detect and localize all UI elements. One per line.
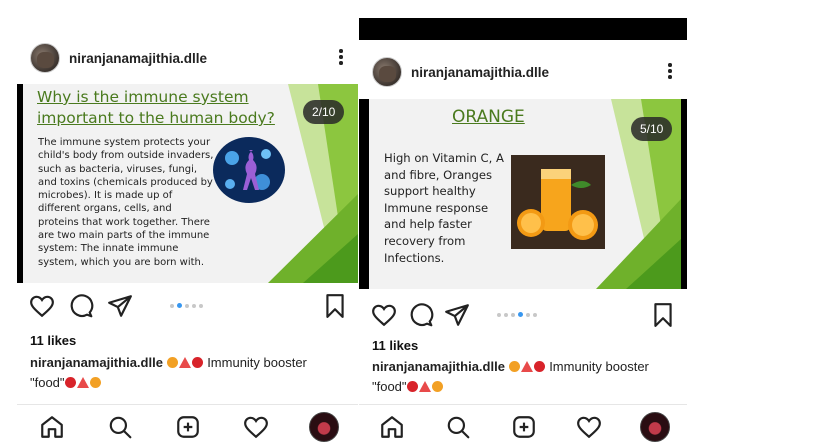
apple-emoji [64, 377, 76, 388]
comment-icon[interactable] [408, 302, 434, 328]
caption-text: Immunity booster [207, 355, 307, 370]
orange-emoji [508, 361, 520, 372]
add-icon[interactable] [511, 414, 537, 440]
home-icon[interactable] [379, 414, 405, 440]
likes-count[interactable]: 11 likes [372, 338, 418, 353]
orange-juice-image [511, 155, 605, 249]
instagram-post-2: niranjanamajithia.dlle ORANGE 5/10 High … [359, 18, 687, 448]
instagram-post-1: niranjanamajithia.dlle Why is the immune… [17, 32, 358, 448]
username[interactable]: niranjanamajithia.dlle [69, 51, 207, 66]
carousel-slide[interactable]: Why is the immune system important to th… [17, 84, 358, 283]
caption-text-2: "food" [372, 379, 407, 394]
activity-icon[interactable] [243, 414, 269, 440]
slide-title: ORANGE [452, 107, 525, 127]
apple-emoji [533, 361, 545, 372]
heart-icon[interactable] [371, 302, 397, 328]
search-icon[interactable] [445, 414, 471, 440]
watermelon-emoji [520, 361, 533, 372]
orange-emoji [89, 377, 101, 388]
more-options-icon[interactable] [334, 44, 348, 70]
comment-icon[interactable] [68, 293, 94, 319]
username[interactable]: niranjanamajithia.dlle [411, 65, 549, 80]
bookmark-icon[interactable] [650, 302, 676, 328]
watermelon-emoji [76, 377, 89, 388]
carousel-indicator [497, 312, 537, 317]
slide-body-text: High on Vitamin C, A and fibre, Oranges … [384, 151, 504, 265]
more-options-icon[interactable] [663, 58, 677, 84]
immune-cells-image [213, 137, 285, 203]
share-icon[interactable] [107, 293, 133, 319]
carousel-slide[interactable]: ORANGE 5/10 High on Vitamin C, A and fib… [359, 99, 687, 289]
watermelon-emoji [418, 381, 431, 392]
heart-icon[interactable] [29, 293, 55, 319]
post-actions [17, 289, 358, 325]
bookmark-icon[interactable] [322, 293, 348, 319]
search-icon[interactable] [107, 414, 133, 440]
likes-count[interactable]: 11 likes [30, 333, 76, 348]
slide-title: Why is the immune system important to th… [37, 88, 275, 127]
caption-username[interactable]: niranjanamajithia.dlle [372, 359, 505, 374]
bottom-nav [17, 404, 358, 448]
user-avatar[interactable] [372, 57, 402, 87]
post-caption: niranjanamajithia.dlle Immunity booster … [372, 357, 677, 397]
profile-avatar[interactable] [309, 412, 339, 442]
post-caption: niranjanamajithia.dlle Immunity booster … [30, 353, 348, 393]
slide-counter: 5/10 [631, 117, 673, 141]
activity-icon[interactable] [576, 414, 602, 440]
post-actions [359, 298, 687, 334]
caption-username[interactable]: niranjanamajithia.dlle [30, 355, 163, 370]
carousel-indicator [170, 303, 203, 308]
share-icon[interactable] [444, 302, 470, 328]
slide-counter: 2/10 [303, 100, 345, 124]
caption-text-2: "food" [30, 375, 65, 390]
status-bar [359, 18, 687, 40]
bottom-nav [359, 404, 687, 448]
apple-emoji [191, 357, 203, 368]
slide-body-text: The immune system protects your child's … [38, 137, 214, 268]
watermelon-emoji [178, 357, 191, 368]
user-avatar[interactable] [30, 43, 60, 73]
profile-avatar[interactable] [640, 412, 670, 442]
post-header: niranjanamajithia.dlle [17, 32, 358, 84]
caption-text: Immunity booster [549, 359, 649, 374]
orange-emoji [166, 357, 178, 368]
post-header: niranjanamajithia.dlle [359, 46, 687, 98]
apple-emoji [406, 381, 418, 392]
home-icon[interactable] [39, 414, 65, 440]
add-icon[interactable] [175, 414, 201, 440]
orange-emoji [431, 381, 443, 392]
